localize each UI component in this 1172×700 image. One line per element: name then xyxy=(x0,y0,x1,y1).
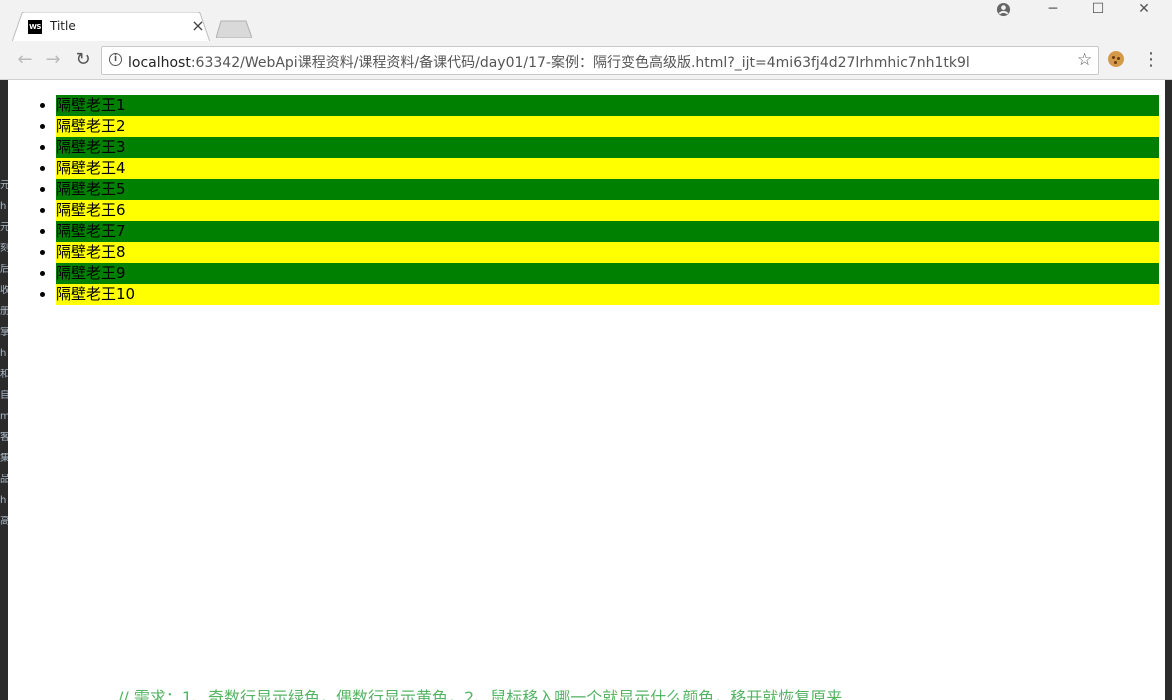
browser-tab[interactable]: WS Title × xyxy=(12,12,210,42)
forward-icon[interactable]: → xyxy=(42,49,64,71)
list-item[interactable]: 隔壁老王1 xyxy=(56,95,1159,116)
list-item-label: 隔壁老王4 xyxy=(56,158,1159,179)
url-host: localhost xyxy=(128,55,191,71)
item-list: 隔壁老王1隔壁老王2隔壁老王3隔壁老王4隔壁老王5隔壁老王6隔壁老王7隔壁老王8… xyxy=(8,95,1159,305)
background-editor-strip: 元h元刻后收册掌h和自m客集品h高 xyxy=(0,80,8,700)
page-viewport: 隔壁老王1隔壁老王2隔壁老王3隔壁老王4隔壁老王5隔壁老王6隔壁老王7隔壁老王8… xyxy=(8,80,1165,700)
background-glyph: 客 xyxy=(0,432,8,443)
list-item-label: 隔壁老王9 xyxy=(56,263,1159,284)
list-item-label: 隔壁老王2 xyxy=(56,116,1159,137)
minimize-button[interactable]: ─ xyxy=(1033,0,1073,20)
list-item-label: 隔壁老王5 xyxy=(56,179,1159,200)
back-icon[interactable]: ← xyxy=(14,49,36,71)
background-glyph: h xyxy=(0,201,7,212)
browser-toolbar: ← → ↻ i localhost:63342/WebApi课程资料/课程资料/… xyxy=(0,41,1172,80)
background-editor-bottom: // 需求：1、奇数行显示绿色，偶数行显示黄色，2、鼠标移入哪一个就显示什么颜色… xyxy=(8,680,1165,700)
list-item[interactable]: 隔壁老王3 xyxy=(56,137,1159,158)
site-info-icon[interactable]: i xyxy=(109,53,122,66)
list-item[interactable]: 隔壁老王2 xyxy=(56,116,1159,137)
background-glyph: 和 xyxy=(0,369,8,380)
background-editor-strip-right xyxy=(1165,80,1172,700)
list-item-label: 隔壁老王3 xyxy=(56,137,1159,158)
background-code-comment: // 需求：1、奇数行显示绿色，偶数行显示黄色，2、鼠标移入哪一个就显示什么颜色… xyxy=(118,688,843,700)
list-item-label: 隔壁老王8 xyxy=(56,242,1159,263)
url-text[interactable]: localhost:63342/WebApi课程资料/课程资料/备课代码/day… xyxy=(128,52,970,72)
tab-close-icon[interactable]: × xyxy=(189,17,207,35)
address-bar[interactable]: i localhost:63342/WebApi课程资料/课程资料/备课代码/d… xyxy=(101,46,1099,75)
background-glyph: 掌 xyxy=(0,327,8,338)
background-glyph: 集 xyxy=(0,453,8,464)
list-item-label: 隔壁老王6 xyxy=(56,200,1159,221)
list-item[interactable]: 隔壁老王5 xyxy=(56,179,1159,200)
background-glyph: h xyxy=(0,495,7,506)
background-glyph: 品 xyxy=(0,474,8,485)
list-item[interactable]: 隔壁老王10 xyxy=(56,284,1159,305)
list-item[interactable]: 隔壁老王4 xyxy=(56,158,1159,179)
list-item[interactable]: 隔壁老王9 xyxy=(56,263,1159,284)
background-glyph: 收 xyxy=(0,285,8,296)
background-glyph: h xyxy=(0,348,7,359)
profile-icon[interactable] xyxy=(996,2,1011,17)
tab-title: Title xyxy=(50,19,76,33)
background-glyph: 自 xyxy=(0,390,8,401)
browser-titlebar: WS Title × ─ ☐ ✕ xyxy=(0,0,1172,42)
background-glyph: 册 xyxy=(0,306,8,317)
window-close-button[interactable]: ✕ xyxy=(1124,0,1164,20)
background-glyph: 元 xyxy=(0,180,8,191)
maximize-button[interactable]: ☐ xyxy=(1078,0,1118,20)
url-path: :63342/WebApi课程资料/课程资料/备课代码/day01/17-案例：… xyxy=(190,55,970,71)
webstorm-favicon-icon: WS xyxy=(28,20,42,34)
list-item-label: 隔壁老王1 xyxy=(56,95,1159,116)
background-glyph: 刻 xyxy=(0,243,8,254)
background-glyph: 高 xyxy=(0,516,8,527)
background-glyph: 后 xyxy=(0,264,8,275)
chrome-menu-icon[interactable]: ⋮ xyxy=(1142,49,1160,70)
list-item[interactable]: 隔壁老王8 xyxy=(56,242,1159,263)
cookie-extension-icon[interactable] xyxy=(1108,51,1124,67)
list-item-label: 隔壁老王7 xyxy=(56,221,1159,242)
new-tab-button[interactable] xyxy=(216,20,252,38)
background-glyph: m xyxy=(0,411,8,422)
list-item[interactable]: 隔壁老王7 xyxy=(56,221,1159,242)
background-glyph: 元 xyxy=(0,222,8,233)
list-item-label: 隔壁老王10 xyxy=(56,284,1159,305)
list-item[interactable]: 隔壁老王6 xyxy=(56,200,1159,221)
reload-icon[interactable]: ↻ xyxy=(72,49,94,71)
bookmark-star-icon[interactable]: ☆ xyxy=(1077,50,1092,70)
